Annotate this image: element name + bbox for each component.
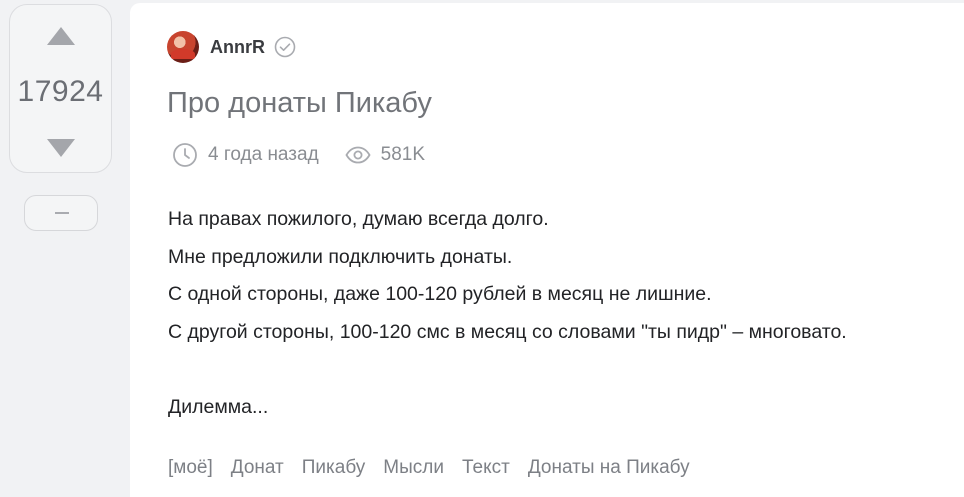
vote-count: 17924 <box>17 75 104 108</box>
body-line: С другой стороны, 100-120 смс в месяц со… <box>168 320 847 343</box>
avatar[interactable] <box>167 31 199 63</box>
body-line <box>168 351 847 389</box>
tag-tekst[interactable]: Текст <box>462 457 510 479</box>
post-title[interactable]: Про донаты Пикабу <box>167 87 432 120</box>
author-row: AnnrR <box>167 31 296 63</box>
body-line: На правах пожилого, думаю всегда долго. <box>168 208 549 230</box>
tag-donat[interactable]: Донат <box>231 457 284 479</box>
page: 17924 AnnrR Про донаты Пикабу 4 года наз… <box>0 0 964 497</box>
tag-mysli[interactable]: Мысли <box>383 457 444 479</box>
eye-icon <box>345 146 371 164</box>
tag-donaty-na-pikabu[interactable]: Донаты на Пикабу <box>528 457 690 479</box>
hide-post-button[interactable] <box>24 195 98 231</box>
post-body: На правах пожилого, думаю всегда долго. … <box>168 201 847 426</box>
post-views: 581K <box>380 144 426 165</box>
minus-icon <box>55 212 69 214</box>
check-circle-icon <box>274 36 296 58</box>
vote-down-icon[interactable] <box>46 139 75 157</box>
author-name[interactable]: AnnrR <box>210 37 265 58</box>
vote-box: 17924 <box>9 4 112 173</box>
tag-list: [моё] Донат Пикабу Мысли Текст Донаты на… <box>168 457 708 479</box>
clock-icon <box>173 143 197 167</box>
post-meta: 4 года назад 581K <box>172 141 425 169</box>
body-line: Мне предложили подключить донаты. <box>168 245 513 268</box>
tag-moe[interactable]: [моё] <box>168 457 213 479</box>
tag-pikabu[interactable]: Пикабу <box>302 457 366 479</box>
post-time: 4 года назад <box>208 144 319 165</box>
post-card: AnnrR Про донаты Пикабу 4 года назад 581… <box>130 3 964 497</box>
vote-up-icon[interactable] <box>46 27 75 45</box>
body-line: Дилемма... <box>168 395 269 418</box>
body-line: С одной стороны, даже 100-120 рублей в м… <box>168 283 712 305</box>
